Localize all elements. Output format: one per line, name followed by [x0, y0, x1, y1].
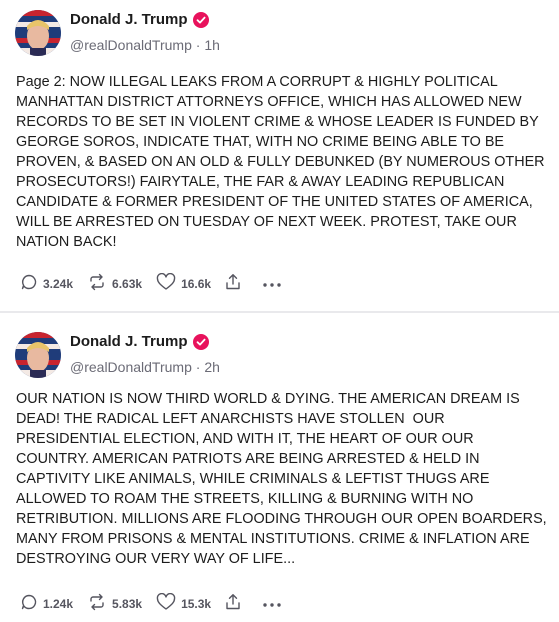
- retruth-button[interactable]: 5.83k: [87, 593, 142, 614]
- retruth-count: 5.83k: [112, 596, 143, 611]
- more-icon: [262, 597, 287, 611]
- like-count: 16.6k: [181, 276, 212, 291]
- like-icon: [156, 592, 181, 614]
- like-icon: [156, 272, 181, 294]
- more-options-button[interactable]: [262, 277, 287, 291]
- reply-icon: [20, 593, 43, 614]
- reply-count: 3.24k: [43, 276, 74, 291]
- reply-button[interactable]: 1.24k: [20, 593, 73, 614]
- verified-badge-icon: [192, 11, 209, 28]
- post-actions: 3.24k 6.63k 16.6k: [20, 272, 301, 294]
- post-text: OUR NATION IS NOW THIRD WORLD & DYING. T…: [16, 391, 551, 567]
- more-options-button[interactable]: [262, 597, 287, 611]
- meta-separator: ·: [191, 359, 205, 375]
- avatar[interactable]: [15, 10, 61, 56]
- share-icon: [225, 593, 246, 614]
- share-button[interactable]: [225, 593, 246, 614]
- author-name[interactable]: Donald J. Trump: [70, 333, 188, 350]
- author-handle[interactable]: @realDonaldTrump: [70, 359, 192, 375]
- verified-badge-icon: [192, 333, 209, 350]
- retruth-icon: [87, 273, 112, 294]
- author-name[interactable]: Donald J. Trump: [70, 11, 188, 28]
- share-button[interactable]: [225, 273, 246, 294]
- post[interactable]: Donald J. Trump @realDonaldTrump · 2h OU…: [0, 315, 559, 622]
- retruth-button[interactable]: 6.63k: [87, 273, 142, 294]
- post-divider: [0, 311, 559, 313]
- like-button[interactable]: 16.6k: [156, 272, 212, 294]
- avatar[interactable]: [15, 332, 61, 378]
- author-row: Donald J. Trump: [70, 11, 209, 28]
- reply-count: 1.24k: [43, 596, 74, 611]
- retruth-icon: [87, 593, 112, 614]
- author-row: Donald J. Trump: [70, 333, 209, 350]
- like-button[interactable]: 15.3k: [156, 592, 212, 614]
- author-meta: @realDonaldTrump · 2h: [70, 359, 220, 375]
- author-meta: @realDonaldTrump · 1h: [70, 37, 220, 53]
- meta-separator: ·: [191, 37, 205, 53]
- retruth-count: 6.63k: [112, 276, 143, 291]
- author-handle[interactable]: @realDonaldTrump: [70, 37, 192, 53]
- post-actions: 1.24k 5.83k 15.3k: [20, 592, 301, 614]
- reply-icon: [20, 273, 43, 294]
- reply-button[interactable]: 3.24k: [20, 273, 73, 294]
- post-time[interactable]: 1h: [204, 37, 220, 53]
- more-icon: [262, 277, 287, 291]
- like-count: 15.3k: [181, 596, 212, 611]
- post[interactable]: Donald J. Trump @realDonaldTrump · 1h Pa…: [0, 0, 559, 310]
- post-text: Page 2: NOW ILLEGAL LEAKS FROM A CORRUPT…: [16, 74, 549, 250]
- feed: Donald J. Trump @realDonaldTrump · 1h Pa…: [0, 0, 559, 622]
- post-time[interactable]: 2h: [204, 359, 220, 375]
- share-icon: [225, 273, 246, 294]
